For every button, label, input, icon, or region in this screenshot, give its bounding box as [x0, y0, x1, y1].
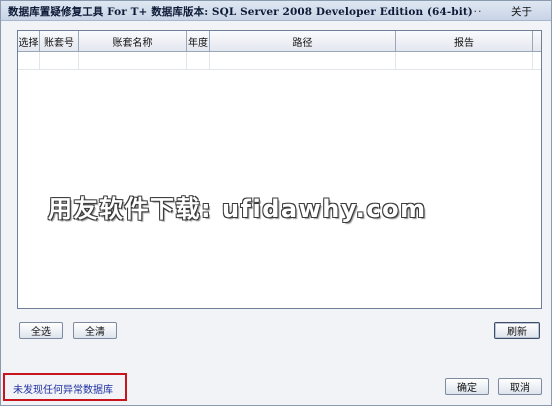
clear-all-button[interactable]: 全清 [73, 322, 117, 339]
table-cell[interactable] [40, 52, 79, 69]
grid-header: 选择 账套号 账套名称 年度 路径 报告 [18, 31, 541, 52]
title-bar[interactable]: 数据库置疑修复工具 For T+ 数据库版本: SQL Server 2008 … [1, 1, 551, 21]
refresh-button[interactable]: 刷新 [494, 322, 540, 339]
select-all-button[interactable]: 全选 [19, 322, 63, 339]
column-header-select[interactable]: 选择 [18, 31, 40, 51]
table-cell [533, 52, 541, 69]
column-header-account-name[interactable]: 账套名称 [79, 31, 187, 51]
table-cell[interactable] [210, 52, 396, 69]
table-row[interactable] [18, 52, 541, 70]
window-title: 数据库置疑修复工具 For T+ 数据库版本: SQL Server 2008 … [8, 6, 473, 18]
table-cell[interactable] [18, 52, 40, 69]
more-icon[interactable]: ... [469, 2, 483, 15]
status-message: 未发现任何异常数据库 [13, 385, 113, 396]
cancel-button[interactable]: 取消 [498, 378, 542, 395]
ok-button[interactable]: 确定 [445, 378, 489, 395]
table-cell[interactable] [79, 52, 187, 69]
column-header-account-no[interactable]: 账套号 [40, 31, 79, 51]
column-header-year[interactable]: 年度 [187, 31, 210, 51]
table-cell[interactable] [396, 52, 533, 69]
column-header-path[interactable]: 路径 [210, 31, 396, 51]
column-header-report[interactable]: 报告 [396, 31, 533, 51]
table-cell[interactable] [187, 52, 210, 69]
status-box: 未发现任何异常数据库 [3, 373, 127, 401]
repair-tool-window: 数据库置疑修复工具 For T+ 数据库版本: SQL Server 2008 … [0, 0, 552, 406]
about-menu[interactable]: 关于 [511, 4, 532, 19]
column-header-filler [533, 31, 541, 51]
database-grid[interactable]: 选择 账套号 账套名称 年度 路径 报告 [17, 30, 542, 309]
